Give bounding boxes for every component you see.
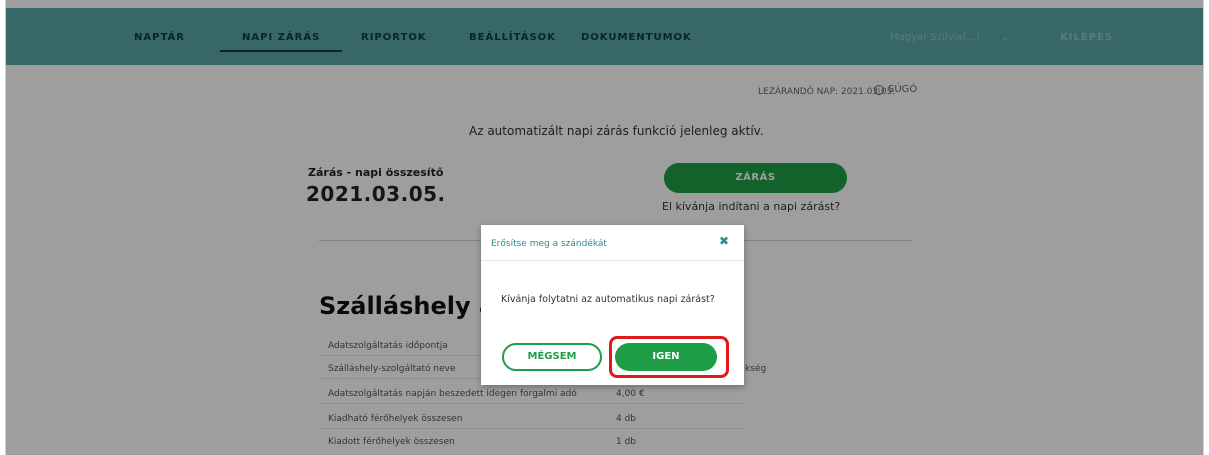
close-icon[interactable]: ✖: [718, 235, 730, 247]
dialog-message: Kívánja folytatni az automatikus napi zá…: [501, 294, 715, 305]
app-frame: NAPTÁR NAPI ZÁRÁS RIPORTOK BEÁLLÍTÁSOK D…: [5, 0, 1204, 455]
dialog-title: Erősítse meg a szándékát: [491, 239, 607, 249]
confirm-highlight-box: [609, 336, 729, 378]
dialog-divider: [481, 260, 744, 261]
cancel-button[interactable]: MÉGSEM: [502, 343, 602, 371]
